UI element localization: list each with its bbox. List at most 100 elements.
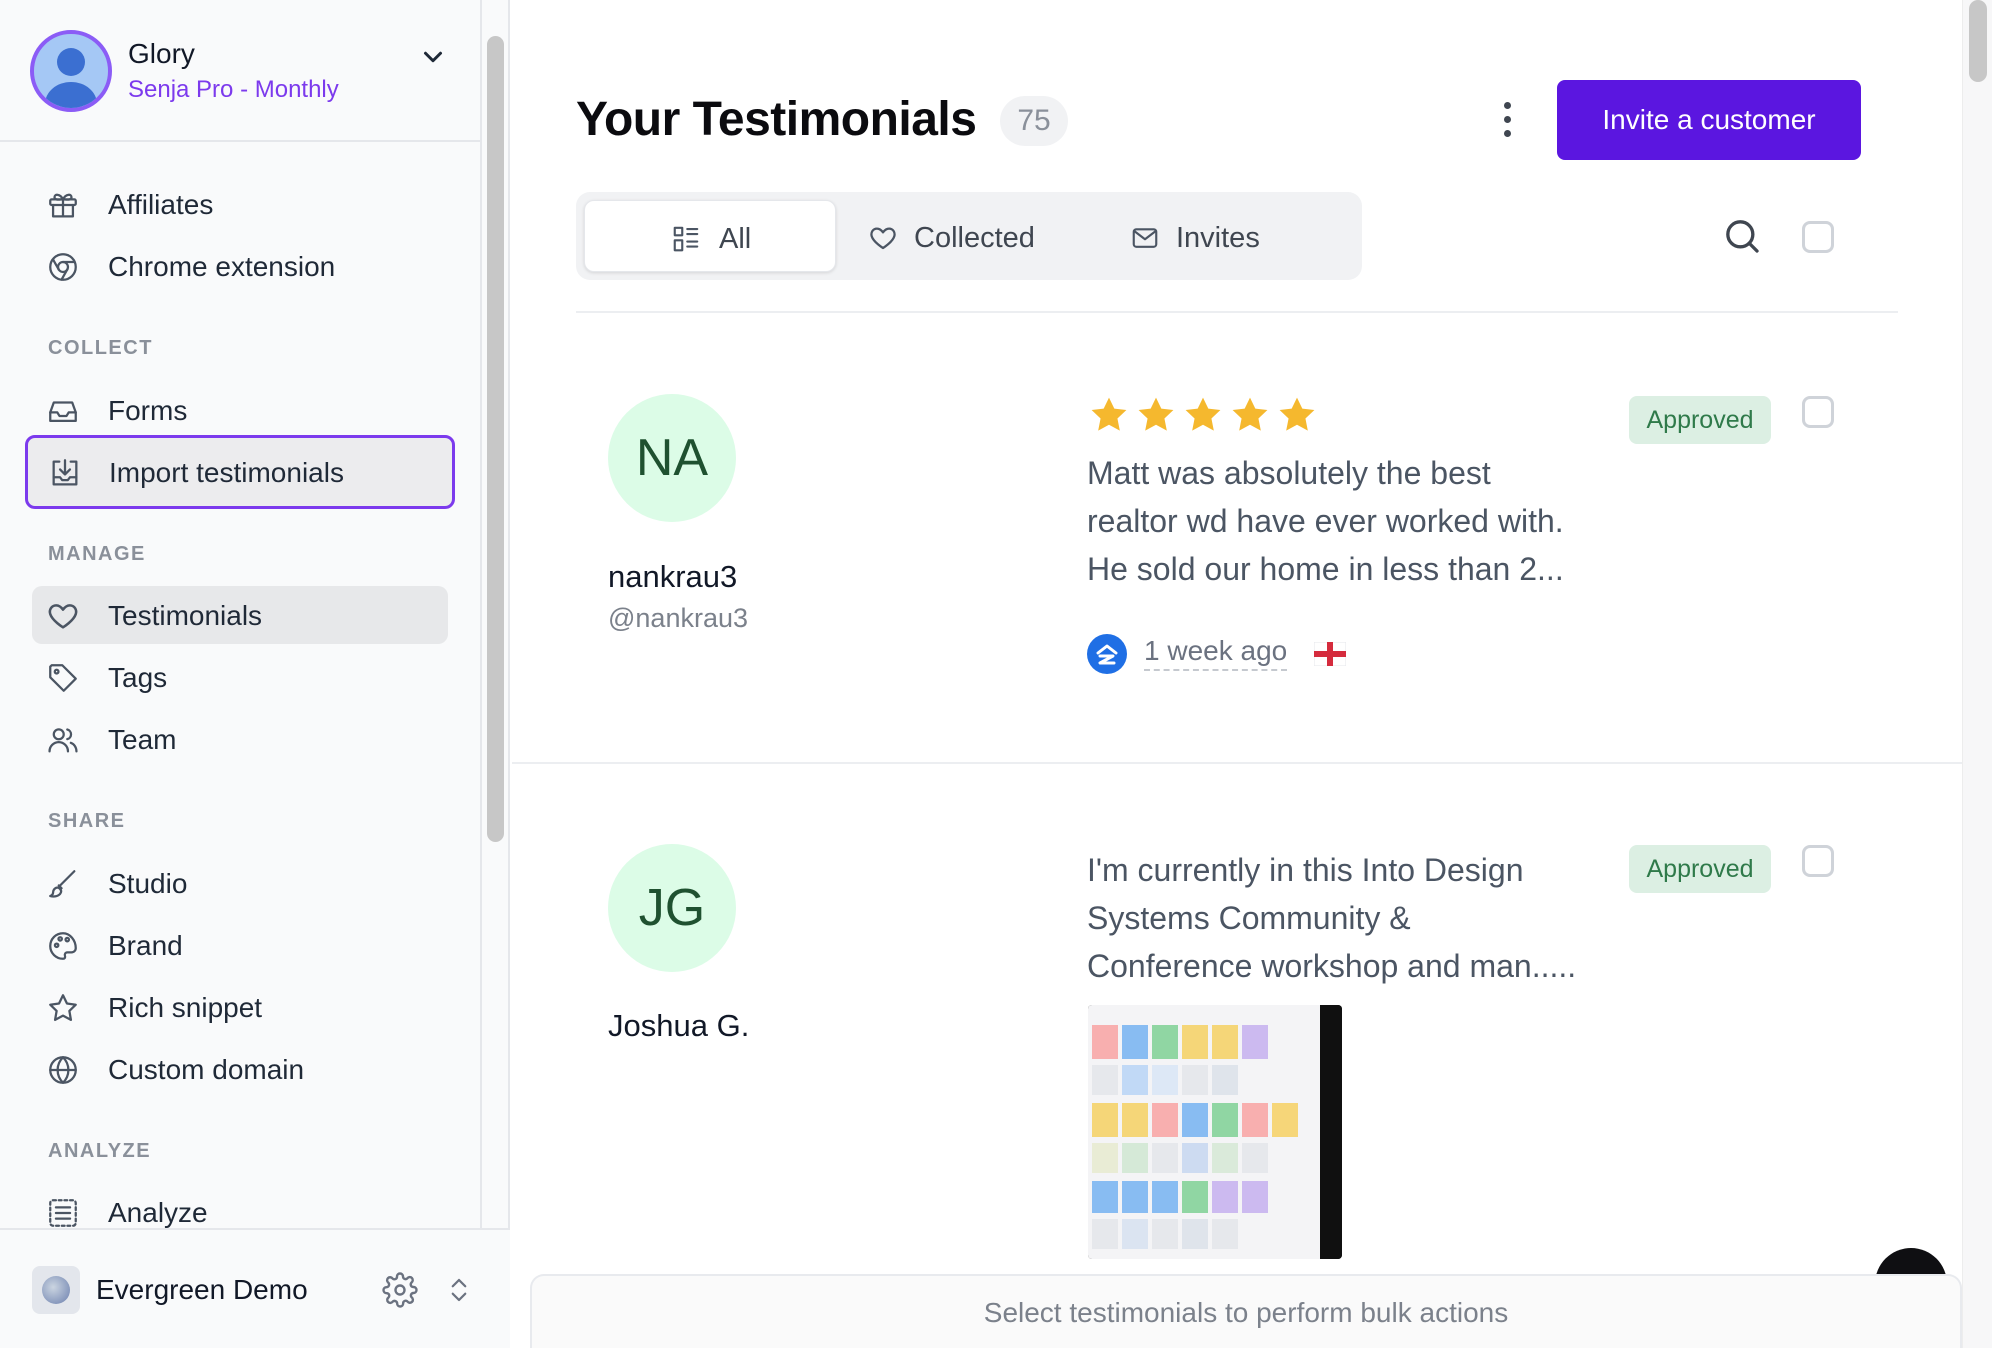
sidebar-divider [480, 0, 482, 1228]
sidebar-item-label: Testimonials [108, 600, 263, 631]
gear-icon[interactable] [382, 1272, 418, 1308]
section-label-share: SHARE [48, 810, 126, 832]
sidebar-item-team[interactable]: Team [32, 710, 448, 768]
row-checkbox[interactable] [1802, 845, 1834, 877]
brush-icon [49, 870, 76, 898]
tab-label: Collected [914, 222, 1035, 254]
sidebar-item-rich-snippet[interactable]: Rich snippet [32, 978, 448, 1036]
sidebar-item-brand[interactable]: Brand [32, 916, 448, 974]
star-icon [1185, 397, 1221, 431]
gift-icon [49, 193, 77, 218]
star-icon [1138, 397, 1174, 431]
account-switcher[interactable]: Glory Senja Pro - Monthly [0, 0, 480, 142]
workspace-name: Evergreen Demo [96, 1274, 308, 1305]
workspace-logo [32, 1266, 80, 1314]
main-scrollbar-track[interactable] [1962, 0, 1992, 1348]
sidebar-item-label: Rich snippet [108, 992, 263, 1023]
sidebar-item-label: Brand [108, 930, 183, 961]
tab-collected[interactable]: Collected [848, 200, 1098, 272]
chevron-down-icon[interactable] [418, 42, 448, 72]
palette-icon [49, 932, 77, 960]
quote-line: Conference workshop and man..... [1087, 948, 1577, 984]
sidebar-item-label: Chrome extension [108, 251, 336, 282]
sidebar-item-label: Import testimonials [109, 457, 344, 488]
sidebar-item-label: Team [108, 724, 177, 755]
globe-icon [49, 1056, 77, 1084]
customer-name: nankrau3 [608, 559, 738, 594]
sidebar: Glory Senja Pro - Monthly Affiliates Chr… [0, 0, 510, 1348]
testimonial-count-badge: 75 [1000, 96, 1068, 146]
select-all-checkbox[interactable] [1802, 221, 1834, 253]
sidebar-item-custom-domain[interactable]: Custom domain [32, 1040, 448, 1098]
screenshot-thumbnail[interactable] [1088, 1005, 1342, 1259]
chevron-updown-icon[interactable] [444, 1272, 474, 1308]
section-label-collect: COLLECT [48, 337, 153, 359]
england-flag-icon [1314, 642, 1346, 666]
quote-line: Matt was absolutely the best [1087, 455, 1491, 491]
list-icon [49, 1199, 77, 1227]
heart-icon [870, 227, 896, 250]
status-badge[interactable]: Approved [1629, 396, 1771, 444]
customer-name: Joshua G. [608, 1008, 750, 1043]
quote-line: realtor wd have ever worked with. [1087, 503, 1564, 539]
section-label-manage: MANAGE [48, 543, 146, 565]
search-icon[interactable] [1722, 216, 1762, 256]
invite-customer-button[interactable]: Invite a customer [1557, 80, 1861, 160]
testimonial-card[interactable]: JG Joshua G. I'm currently in this Into … [512, 764, 1962, 1348]
quote-line: I'm currently in this Into Design [1087, 852, 1524, 888]
tab-label: Invites [1176, 222, 1260, 254]
sidebar-item-analyze[interactable]: Analyze [32, 1183, 448, 1228]
main-content: Your Testimonials 75 Invite a customer A… [512, 0, 1962, 1348]
team-icon [48, 728, 78, 753]
mail-icon [1132, 228, 1158, 248]
testimonial-text: I'm currently in this Into Design System… [1087, 846, 1617, 990]
heart-icon [48, 604, 78, 629]
customer-avatar: JG [608, 844, 736, 972]
filter-tabs: All Collected Invites [576, 192, 1362, 280]
star-icon [1091, 397, 1127, 431]
workspace-switcher[interactable]: Evergreen Demo [0, 1228, 510, 1348]
user-avatar [30, 30, 112, 112]
inbox-icon [49, 401, 77, 423]
page-title: Your Testimonials [576, 93, 977, 146]
bulk-actions-bar: Select testimonials to perform bulk acti… [530, 1274, 1962, 1348]
sidebar-item-affiliates[interactable]: Affiliates [32, 175, 448, 233]
zillow-icon [1087, 634, 1127, 674]
tab-label: All [719, 223, 752, 255]
row-checkbox[interactable] [1802, 396, 1834, 428]
sidebar-item-tags[interactable]: Tags [32, 648, 448, 706]
account-plan: Senja Pro - Monthly [128, 76, 339, 103]
section-label-analyze: ANALYZE [48, 1140, 152, 1162]
tab-all[interactable]: All [584, 200, 836, 272]
sidebar-scrollbar[interactable] [487, 36, 504, 842]
tag-icon [49, 664, 77, 692]
sidebar-item-label: Forms [108, 395, 188, 426]
grid-list-icon [673, 226, 699, 252]
chrome-icon [49, 253, 77, 281]
main-scrollbar[interactable] [1969, 0, 1987, 82]
tab-invites[interactable]: Invites [1110, 200, 1354, 272]
customer-handle: @nankrau3 [608, 603, 748, 633]
star-outline-icon [49, 994, 77, 1022]
sidebar-item-label: Affiliates [108, 189, 214, 220]
status-badge[interactable]: Approved [1629, 845, 1771, 893]
star-icon [1232, 397, 1268, 431]
sidebar-item-label: Studio [108, 868, 188, 899]
sidebar-item-label: Analyze [108, 1197, 208, 1228]
testimonial-card[interactable]: NA nankrau3 @nankrau3 Matt was absolutel… [512, 313, 1962, 763]
account-name: Glory [128, 38, 195, 69]
sidebar-item-chrome-extension[interactable]: Chrome extension [32, 237, 448, 295]
time-link[interactable]: 1 week ago [1144, 635, 1288, 671]
sidebar-item-studio[interactable]: Studio [32, 854, 448, 912]
testimonial-text: Matt was absolutely the best realtor wd … [1087, 449, 1617, 593]
sidebar-item-label: Custom domain [108, 1054, 305, 1085]
more-options-icon[interactable] [1496, 98, 1520, 142]
sidebar-item-testimonials[interactable]: Testimonials [32, 586, 448, 644]
sidebar-item-forms[interactable]: Forms [32, 381, 448, 439]
customer-avatar: NA [608, 394, 736, 522]
import-icon [52, 459, 78, 486]
sidebar-item-import-testimonials[interactable]: Import testimonials [25, 435, 455, 509]
quote-line: He sold our home in less than 2... [1087, 551, 1564, 587]
sidebar-item-label: Tags [108, 662, 168, 693]
star-icon [1279, 397, 1315, 431]
